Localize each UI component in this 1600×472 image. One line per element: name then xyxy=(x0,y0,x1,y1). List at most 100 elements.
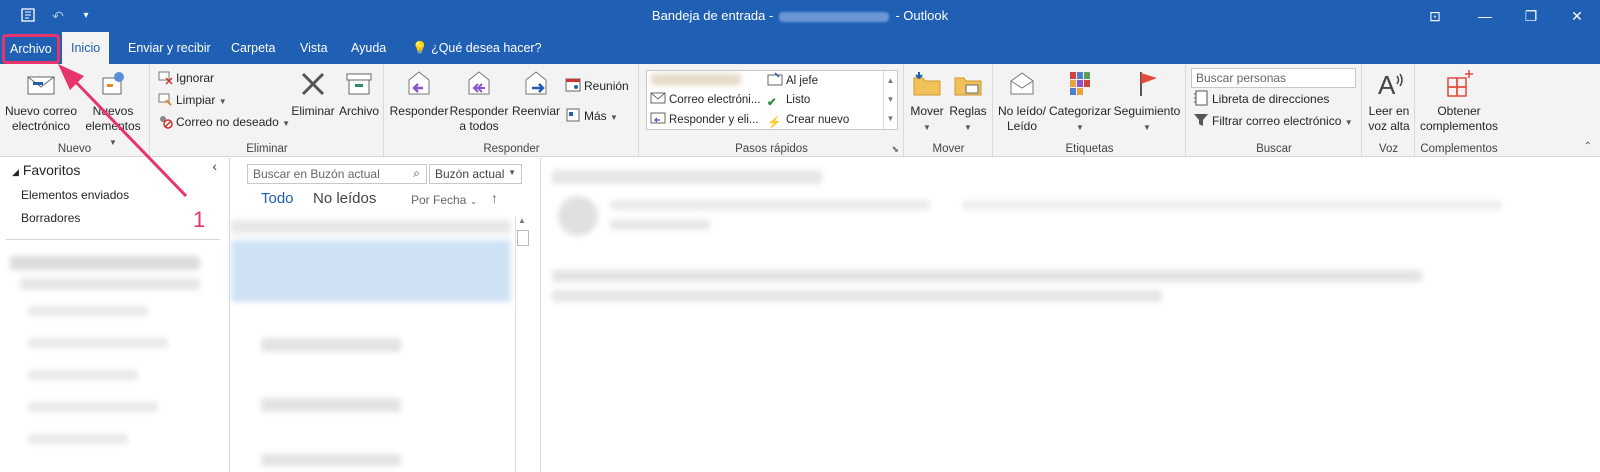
reading-avatar-blurred xyxy=(558,196,598,236)
folder-blurred xyxy=(20,278,200,290)
search-icon[interactable]: ⌕ xyxy=(413,166,420,181)
get-addins-button[interactable]: Obtener complementos xyxy=(1416,68,1502,134)
reading-date-blurred xyxy=(610,220,710,230)
move-folder-icon xyxy=(913,72,941,96)
quick-step-create[interactable]: ⚡ Crear nuevo xyxy=(767,110,849,130)
junk-button[interactable]: Correo no deseado ▼ xyxy=(157,112,290,132)
read-aloud-button[interactable]: A Leer en voz alta xyxy=(1363,68,1415,134)
address-book-label: Libreta de direcciones xyxy=(1212,92,1330,106)
read-aloud-label: Leer en voz alta xyxy=(1368,104,1410,133)
quick-steps-gallery[interactable]: Correo electróni... Responder y eli... A… xyxy=(646,70,898,130)
maximize-icon[interactable]: ❐ xyxy=(1508,0,1554,32)
search-people-input[interactable]: Buscar personas xyxy=(1191,68,1356,88)
close-icon[interactable]: ✕ xyxy=(1554,0,1600,32)
reading-subject-blurred xyxy=(552,170,822,184)
new-items-button[interactable]: Nuevos elementos ▼ xyxy=(80,68,146,150)
favorites-label: Favoritos xyxy=(22,162,81,178)
group-eliminar-label: Eliminar xyxy=(246,143,288,155)
group-nuevo: Nuevo correo electrónico Nuevos elemento… xyxy=(0,64,150,157)
meeting-button[interactable]: Reunión xyxy=(565,76,629,96)
quick-step-email[interactable]: Correo electróni... xyxy=(650,90,760,110)
follow-up-label: Seguimiento xyxy=(1113,104,1181,118)
reading-body-blurred xyxy=(552,270,1422,282)
categorize-button[interactable]: Categorizar ▼ xyxy=(1048,68,1112,135)
tab-enviar-recibir[interactable]: Enviar y recibir xyxy=(119,32,220,64)
tab-inicio[interactable]: Inicio xyxy=(62,32,110,64)
scroll-up-icon[interactable]: ▲ xyxy=(518,216,526,225)
address-book-button[interactable]: Libreta de direcciones xyxy=(1193,89,1329,109)
search-mailbox-input[interactable]: Buscar en Buzón actual ⌕ xyxy=(247,164,427,184)
group-etiquetas-label: Etiquetas xyxy=(1065,143,1114,155)
clean-up-button[interactable]: Limpiar ▼ xyxy=(157,90,227,110)
chevron-down-icon: ▼ xyxy=(508,168,516,177)
quick-step-email-label: Correo electróni... xyxy=(669,94,761,106)
lightning-icon: ⚡ xyxy=(767,117,782,129)
rules-label: Reglas xyxy=(949,104,987,118)
scrollbar-thumb[interactable] xyxy=(517,230,529,246)
forward-button[interactable]: Reenviar xyxy=(509,68,563,119)
filter-unread-tab[interactable]: No leídos xyxy=(313,190,376,207)
reply-all-label: Responder a todos xyxy=(449,104,509,133)
sort-direction-icon[interactable]: ↑ xyxy=(491,190,498,206)
archive-label: Archivo xyxy=(338,104,379,118)
folder-item-drafts[interactable]: Borradores xyxy=(21,211,80,225)
ignore-button[interactable]: Ignorar xyxy=(157,68,214,88)
rules-button[interactable]: Reglas ▼ xyxy=(947,68,989,135)
reply-label: Responder xyxy=(389,104,449,118)
tab-archivo[interactable]: Archivo xyxy=(2,34,60,64)
favorites-header[interactable]: ◢ Favoritos xyxy=(12,162,80,178)
quick-step-boss[interactable]: Al jefe xyxy=(767,71,818,91)
account-email-blurred xyxy=(779,11,890,22)
tell-me-search[interactable]: 💡 ¿Qué desea hacer? xyxy=(403,32,551,64)
expand-triangle-icon: ◢ xyxy=(12,167,19,177)
forward-label: Reenviar xyxy=(511,104,561,118)
ignore-label: Ignorar xyxy=(176,71,215,85)
group-responder-label: Responder xyxy=(483,143,540,155)
follow-up-button[interactable]: Seguimiento ▼ xyxy=(1112,68,1182,135)
reply-all-button[interactable]: Responder a todos xyxy=(449,68,509,134)
folder-blurred xyxy=(28,434,128,444)
message-blurred xyxy=(261,338,401,352)
ignore-icon xyxy=(158,71,173,85)
move-button[interactable]: Mover ▼ xyxy=(907,68,947,135)
quick-step-done[interactable]: ✔ Listo xyxy=(767,90,810,110)
title-bar: ↶ ▾ Bandeja de entrada -- Outlook ⊡ — ❐ … xyxy=(0,0,1600,32)
tab-carpeta[interactable]: Carpeta xyxy=(222,32,284,64)
archive-button[interactable]: Archivo xyxy=(337,68,381,119)
more-respond-button[interactable]: Más ▼ xyxy=(565,106,618,126)
sort-by-date-label: Por Fecha xyxy=(411,193,467,207)
rules-icon xyxy=(954,77,982,96)
new-email-button[interactable]: Nuevo correo electrónico xyxy=(4,68,78,134)
filter-all-tab[interactable]: Todo xyxy=(261,190,294,207)
dialog-launcher-icon[interactable]: ⬊ xyxy=(891,144,899,155)
message-list-scrollbar[interactable]: ▲ xyxy=(515,216,529,472)
filter-email-button[interactable]: Filtrar correo electrónico ▼ xyxy=(1193,111,1353,131)
new-items-icon xyxy=(102,72,124,95)
collapse-pane-icon[interactable]: ‹ xyxy=(212,158,217,174)
group-voz: A Leer en voz alta Voz xyxy=(1363,64,1415,157)
unread-read-button[interactable]: No leído/ Leído xyxy=(996,68,1048,134)
svg-text:A: A xyxy=(1378,70,1396,100)
tab-ayuda[interactable]: Ayuda xyxy=(342,32,395,64)
tab-vista[interactable]: Vista xyxy=(291,32,337,64)
quick-step-create-label: Crear nuevo xyxy=(786,114,850,126)
message-blurred xyxy=(231,220,511,234)
sort-by-date[interactable]: Por Fecha ⌄ xyxy=(411,193,477,207)
quick-step-boss-label: Al jefe xyxy=(786,75,818,87)
quick-steps-scroll[interactable]: ▲ ▼ ▼ xyxy=(883,71,897,129)
folder-item-sent[interactable]: Elementos enviados xyxy=(21,188,129,202)
collapse-ribbon-icon[interactable]: ⌃ xyxy=(1584,141,1592,152)
addins-icon xyxy=(1447,70,1473,97)
ribbon-display-options-icon[interactable]: ⊡ xyxy=(1412,0,1458,32)
quick-step-reply-delete[interactable]: Responder y eli... xyxy=(650,110,759,130)
group-pasos-label: Pasos rápidos xyxy=(735,143,808,155)
tell-me-label: ¿Qué desea hacer? xyxy=(431,41,542,55)
search-scope-select[interactable]: Buzón actual ▼ xyxy=(429,164,522,184)
delete-button[interactable]: Eliminar xyxy=(289,68,337,119)
reply-button[interactable]: Responder xyxy=(389,68,449,119)
unread-read-icon xyxy=(1010,72,1034,95)
folder-blurred xyxy=(28,306,148,316)
flag-icon xyxy=(1140,72,1157,96)
annotation-number: 1 xyxy=(193,207,206,232)
minimize-icon[interactable]: — xyxy=(1462,0,1508,32)
